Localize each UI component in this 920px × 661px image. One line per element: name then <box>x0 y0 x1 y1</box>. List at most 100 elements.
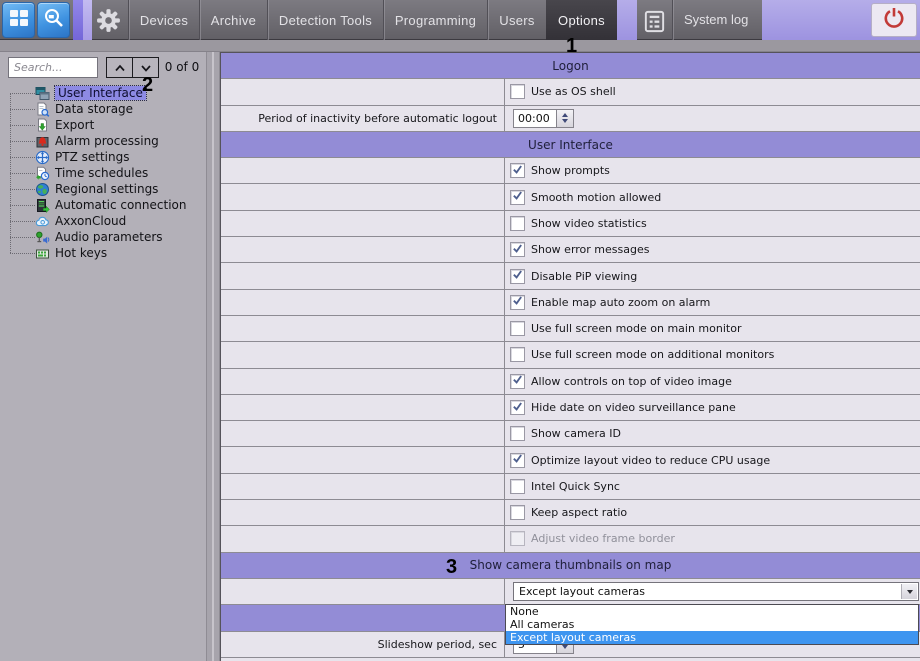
row-value-cell: Except layout cameras <box>505 579 920 604</box>
sidebar-item-regional-settings[interactable]: Regional settings <box>0 181 206 197</box>
settings-table: Logon Use as OS shell Period of inactivity… <box>220 52 920 661</box>
checkbox-label: Hide date on video surveillance pane <box>531 401 736 414</box>
checkmark-icon <box>512 243 523 257</box>
sidebar-item-export[interactable]: Export <box>0 117 206 133</box>
power-icon <box>881 5 907 35</box>
search-camera-icon <box>42 6 66 34</box>
ptz-settings-icon <box>35 150 50 165</box>
dropdown-popup-list: NoneAll camerasExcept layout cameras <box>505 604 919 645</box>
row-label: Slideshow period, sec <box>378 638 497 651</box>
checkbox <box>510 531 525 546</box>
settings-row-show-camera-id: Show camera ID <box>221 421 920 447</box>
row-label-cell <box>221 447 505 472</box>
spinner-buttons[interactable] <box>557 109 574 128</box>
checkbox[interactable] <box>510 163 525 178</box>
checkbox-label: Use full screen mode on additional monit… <box>531 348 774 361</box>
search-result-counter: 0 of 0 <box>160 57 204 78</box>
checkbox[interactable] <box>510 505 525 520</box>
checkbox[interactable] <box>510 84 525 99</box>
sidebar-item-label: PTZ settings <box>55 150 129 164</box>
checkbox-label: Show camera ID <box>531 427 621 440</box>
checkbox[interactable] <box>510 347 525 362</box>
sidebar-item-time-schedules[interactable]: Time schedules <box>0 165 206 181</box>
tab-options[interactable]: Options <box>546 0 617 40</box>
tab-detection-tools[interactable]: Detection Tools <box>268 0 383 40</box>
sidebar-item-label: Regional settings <box>55 182 158 196</box>
settings-row-keep-aspect-ratio: Keep aspect ratio <box>221 500 920 526</box>
section-header-show-camera-thumbnails-on-map: Show camera thumbnails on map <box>221 553 920 579</box>
dropdown-option-except-layout-cameras[interactable]: Except layout cameras <box>506 631 918 644</box>
dropdown-option-none[interactable]: None <box>506 605 918 618</box>
camera-search-button[interactable] <box>37 2 70 38</box>
checkbox[interactable] <box>510 190 525 205</box>
row-value-cell: Smooth motion allowed <box>505 184 920 209</box>
regional-settings-icon <box>35 182 50 197</box>
checkbox[interactable] <box>510 426 525 441</box>
system-log-button[interactable]: System log <box>684 0 748 40</box>
section-header-label: Logon <box>552 59 588 73</box>
checkbox-label: Keep aspect ratio <box>531 506 627 519</box>
axxoncloud-icon <box>35 214 50 229</box>
row-label-cell <box>221 290 505 315</box>
row-value-cell: Intel Quick Sync <box>505 474 920 499</box>
row-value-cell: Disable PiP viewing <box>505 263 920 288</box>
settings-sidebar: 0 of 0 User InterfaceData storageExportA… <box>0 52 206 661</box>
tab-users[interactable]: Users <box>488 0 546 40</box>
layouts-button[interactable] <box>2 2 35 38</box>
sidebar-item-automatic-connection[interactable]: Automatic connection <box>0 197 206 213</box>
settings-tree: User InterfaceData storageExportAlarm pr… <box>0 85 206 261</box>
search-input[interactable] <box>8 57 98 78</box>
checkbox[interactable] <box>510 374 525 389</box>
row-value-cell: Show video statistics <box>505 211 920 236</box>
checkbox[interactable] <box>510 242 525 257</box>
sidebar-item-user-interface[interactable]: User Interface <box>0 85 206 101</box>
section-header-label: User Interface <box>528 138 613 152</box>
row-value-cell: 00:00 <box>505 106 920 131</box>
checkbox[interactable] <box>510 479 525 494</box>
row-value-cell: Enable map auto zoom on alarm <box>505 290 920 315</box>
search-prev-button[interactable] <box>106 57 133 78</box>
checkbox[interactable] <box>510 295 525 310</box>
tab-devices[interactable]: Devices <box>129 0 199 40</box>
row-label: Period of inactivity before automatic lo… <box>258 112 497 125</box>
checkbox[interactable] <box>510 216 525 231</box>
spinner-value[interactable]: 00:00 <box>513 109 557 128</box>
select-value: Except layout cameras <box>519 585 645 598</box>
row-value-cell: Adjust video frame border <box>505 526 920 551</box>
tab-programming[interactable]: Programming <box>384 0 487 40</box>
thumbnails-mode-select[interactable]: Except layout cameras <box>513 582 919 601</box>
alarm-processing-icon <box>35 134 50 149</box>
power-button[interactable] <box>871 3 917 37</box>
toolbar-separator <box>672 0 673 40</box>
spinner-up-icon <box>562 110 568 117</box>
sidebar-item-hot-keys[interactable]: Hot keys <box>0 245 206 261</box>
search-next-button[interactable] <box>132 57 159 78</box>
checkbox[interactable] <box>510 400 525 415</box>
checkbox[interactable] <box>510 453 525 468</box>
row-label-cell <box>221 579 505 604</box>
checkbox[interactable] <box>510 269 525 284</box>
settings-row-use-as-os-shell: Use as OS shell <box>221 79 920 105</box>
sidebar-item-data-storage[interactable]: Data storage <box>0 101 206 117</box>
sidebar-item-axxoncloud[interactable]: AxxonCloud <box>0 213 206 229</box>
dropdown-arrow-icon <box>901 584 917 599</box>
sidebar-splitter[interactable] <box>206 52 220 661</box>
row-label-cell <box>221 500 505 525</box>
settings-row-disable-pip-viewing: Disable PiP viewing <box>221 263 920 289</box>
sidebar-item-audio-parameters[interactable]: Audio parameters <box>0 229 206 245</box>
sidebar-item-alarm-processing[interactable]: Alarm processing <box>0 133 206 149</box>
checkbox[interactable] <box>510 321 525 336</box>
checkmark-icon <box>512 190 523 204</box>
sidebar-item-ptz-settings[interactable]: PTZ settings <box>0 149 206 165</box>
accent-strip-dark <box>73 0 83 40</box>
dropdown-option-all-cameras[interactable]: All cameras <box>506 618 918 631</box>
export-icon <box>35 118 50 133</box>
section-header-user-interface: User Interface <box>221 132 920 158</box>
tree-stub-line <box>10 221 35 222</box>
gear-icon[interactable] <box>94 7 122 33</box>
audio-parameters-icon <box>35 230 50 245</box>
document-log-icon[interactable] <box>641 8 667 34</box>
checkbox-label: Smooth motion allowed <box>531 191 661 204</box>
row-value-cell: Optimize layout video to reduce CPU usag… <box>505 447 920 472</box>
tab-archive[interactable]: Archive <box>200 0 267 40</box>
